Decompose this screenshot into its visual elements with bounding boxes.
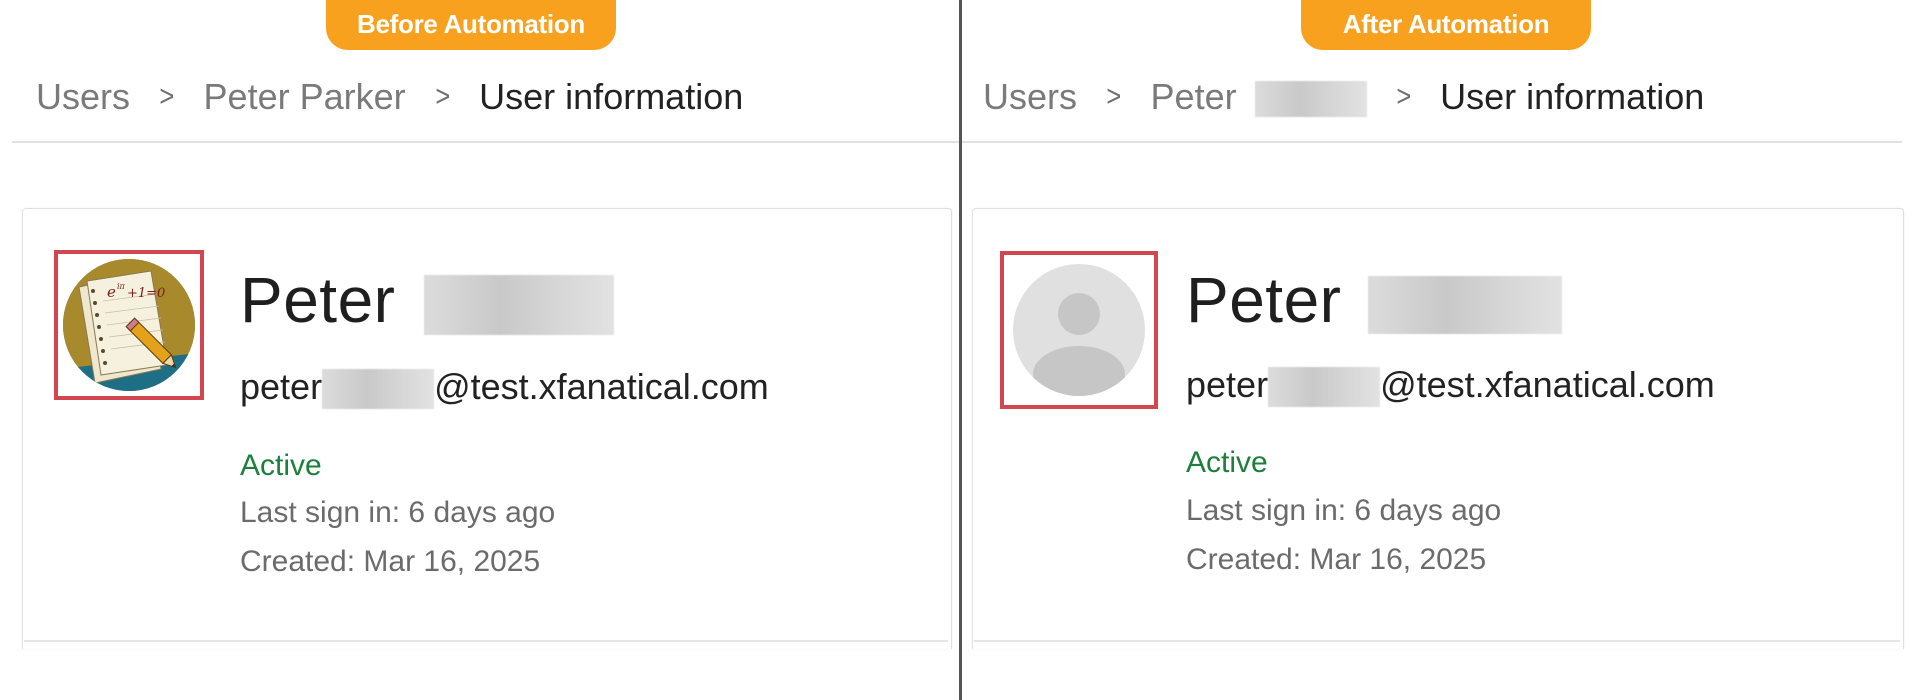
breadcrumb-users-link[interactable]: Users xyxy=(36,76,130,118)
chevron-right-icon: > xyxy=(159,80,175,113)
card-divider xyxy=(974,640,1900,642)
user-first-name: Peter xyxy=(240,264,396,336)
redacted-email-part xyxy=(322,369,435,410)
status-badge: Active xyxy=(1186,446,1268,479)
avatar-highlight-box xyxy=(1000,251,1158,409)
breadcrumb-user-link[interactable]: Peter Parker xyxy=(204,76,406,118)
math-notebook-avatar-icon[interactable]: e iπ +1=0 xyxy=(61,257,197,393)
before-badge: Before Automation xyxy=(326,0,616,50)
user-email: peter @test.xfanatical.com xyxy=(240,366,769,410)
email-domain: @test.xfanatical.com xyxy=(1380,364,1715,405)
breadcrumb-users-link[interactable]: Users xyxy=(983,76,1077,118)
after-badge: After Automation xyxy=(1301,0,1591,50)
user-full-name: Peter xyxy=(1186,263,1562,337)
last-sign-in: Last sign in: 6 days ago xyxy=(1186,494,1502,527)
breadcrumb-current: User information xyxy=(1440,76,1705,117)
status-badge: Active xyxy=(240,449,322,482)
default-person-avatar-icon[interactable] xyxy=(1011,262,1147,398)
after-panel: After Automation Users > Peter > User in… xyxy=(962,0,1920,700)
header-divider xyxy=(962,141,1902,143)
email-prefix: peter xyxy=(1186,364,1269,405)
email-domain: @test.xfanatical.com xyxy=(434,366,769,407)
redacted-last-name xyxy=(1254,81,1367,118)
chevron-right-icon: > xyxy=(1395,80,1411,113)
breadcrumb: Users > Peter Parker > User information xyxy=(36,72,743,122)
redacted-email-part xyxy=(1268,367,1381,408)
email-prefix: peter xyxy=(240,366,323,407)
created-date: Created: Mar 16, 2025 xyxy=(240,545,541,578)
user-first-name: Peter xyxy=(1186,264,1342,336)
user-full-name: Peter xyxy=(240,263,614,337)
redacted-last-name xyxy=(1367,276,1562,335)
breadcrumb-user-first-name: Peter xyxy=(1150,76,1237,117)
chevron-right-icon: > xyxy=(434,80,450,113)
svg-text:e: e xyxy=(107,283,116,301)
svg-text:iπ: iπ xyxy=(117,282,126,291)
comparison-screenshot: Before Automation Users > Peter Parker >… xyxy=(0,0,1920,700)
header-divider xyxy=(12,141,959,143)
before-panel: Before Automation Users > Peter Parker >… xyxy=(0,0,959,700)
svg-text:+1=0: +1=0 xyxy=(127,286,165,301)
last-sign-in: Last sign in: 6 days ago xyxy=(240,496,556,529)
card-divider xyxy=(24,640,948,642)
created-date: Created: Mar 16, 2025 xyxy=(1186,543,1487,576)
breadcrumb-current: User information xyxy=(479,76,744,117)
redacted-last-name xyxy=(423,275,614,336)
user-email: peter @test.xfanatical.com xyxy=(1186,364,1715,408)
breadcrumb: Users > Peter > User information xyxy=(983,72,1704,122)
breadcrumb-user-link[interactable]: Peter xyxy=(1151,76,1367,118)
avatar-highlight-box: e iπ +1=0 xyxy=(54,250,204,400)
chevron-right-icon: > xyxy=(1106,80,1122,113)
